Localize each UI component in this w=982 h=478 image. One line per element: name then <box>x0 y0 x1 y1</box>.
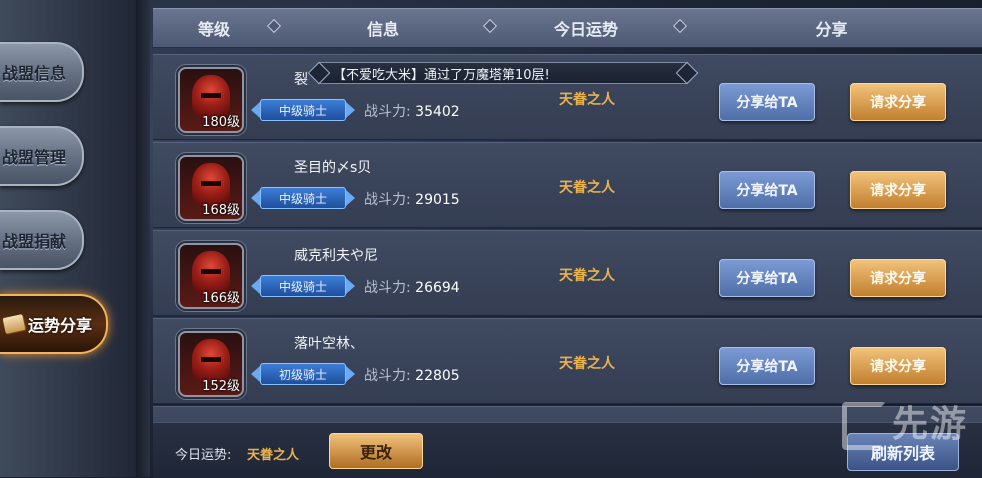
tab-label: 战盟管理 <box>2 148 67 167</box>
today-fortune-label: 今日运势: <box>175 448 232 463</box>
share-to-button[interactable]: 分享给TA <box>719 83 815 121</box>
tab-label: 运势分享 <box>28 316 93 335</box>
watermark: 先游 <box>841 395 968 450</box>
change-button[interactable]: 更改 <box>329 433 423 469</box>
avatar[interactable]: 168级 <box>178 155 244 221</box>
combat-power: 战斗力: 26694 <box>364 280 460 296</box>
sidebar: 战盟信息 战盟管理 战盟捐献 运势分享 <box>0 0 150 477</box>
column-header: 信息 <box>275 9 498 47</box>
request-share-button[interactable]: 请求分享 <box>850 259 946 297</box>
tab-label: 战盟信息 <box>2 64 67 83</box>
combat-power: 战斗力: 29015 <box>364 192 460 208</box>
column-header: 今日运势 <box>491 9 688 47</box>
share-to-button[interactable]: 分享给TA <box>719 259 815 297</box>
table-header: 等级 信息 今日运势 分享 <box>153 8 982 48</box>
book-icon <box>2 314 26 334</box>
tab-fortune-share[interactable]: 运势分享 <box>0 294 108 354</box>
g-logo-icon <box>841 402 886 450</box>
combat-power: 战斗力: 22805 <box>364 368 460 384</box>
level-label: 180级 <box>202 115 240 130</box>
rank-badge: 中级骑士 <box>251 187 355 209</box>
list-item: 152级 落叶空林、 初级骑士 战斗力: 22805 天眷之人 分享给TA 请求… <box>153 318 982 404</box>
avatar[interactable]: 152级 <box>178 331 244 397</box>
share-to-button[interactable]: 分享给TA <box>719 171 815 209</box>
tab-alliance-donate[interactable]: 战盟捐献 <box>0 210 84 270</box>
level-label: 168级 <box>202 203 240 218</box>
member-list[interactable]: 180级 裂 中级骑士 战斗力: 35402 天眷之人 分享给TA 请求分享 1… <box>153 50 982 422</box>
player-name: 落叶空林、 <box>294 336 364 352</box>
avatar[interactable]: 180级 <box>178 67 244 133</box>
list-item: 166级 威克利夫や尼 中级骑士 战斗力: 26694 天眷之人 分享给TA 请… <box>153 230 982 316</box>
fortune-label: 天眷之人 <box>559 268 615 284</box>
avatar[interactable]: 166级 <box>178 243 244 309</box>
tab-alliance-manage[interactable]: 战盟管理 <box>0 126 84 186</box>
fortune-label: 天眷之人 <box>559 180 615 196</box>
notice-banner: 【不爱吃大米】通过了万魔塔第10层! <box>318 62 688 84</box>
combat-power: 战斗力: 35402 <box>364 104 460 120</box>
tab-label: 战盟捐献 <box>2 232 67 251</box>
player-name: 威克利夫や尼 <box>294 248 378 264</box>
request-share-button[interactable]: 请求分享 <box>850 171 946 209</box>
level-label: 166级 <box>202 291 240 306</box>
request-share-button[interactable]: 请求分享 <box>850 83 946 121</box>
column-header: 等级 <box>153 9 282 47</box>
rank-badge: 初级骑士 <box>251 363 355 385</box>
player-name: 圣目的〆s贝 <box>294 160 372 176</box>
notice-text: 【不爱吃大米】通过了万魔塔第10层! <box>333 67 550 83</box>
rank-badge: 中级骑士 <box>251 99 355 121</box>
player-name: 裂 <box>294 72 308 88</box>
fortune-label: 天眷之人 <box>559 356 615 372</box>
level-label: 152级 <box>202 379 240 394</box>
tab-alliance-info[interactable]: 战盟信息 <box>0 42 84 102</box>
request-share-button[interactable]: 请求分享 <box>850 347 946 385</box>
fortune-label: 天眷之人 <box>559 92 615 108</box>
share-to-button[interactable]: 分享给TA <box>719 347 815 385</box>
column-header: 分享 <box>815 20 848 39</box>
rank-badge: 中级骑士 <box>251 275 355 297</box>
list-item: 168级 圣目的〆s贝 中级骑士 战斗力: 29015 天眷之人 分享给TA 请… <box>153 142 982 228</box>
today-fortune-value: 天眷之人 <box>247 448 300 463</box>
